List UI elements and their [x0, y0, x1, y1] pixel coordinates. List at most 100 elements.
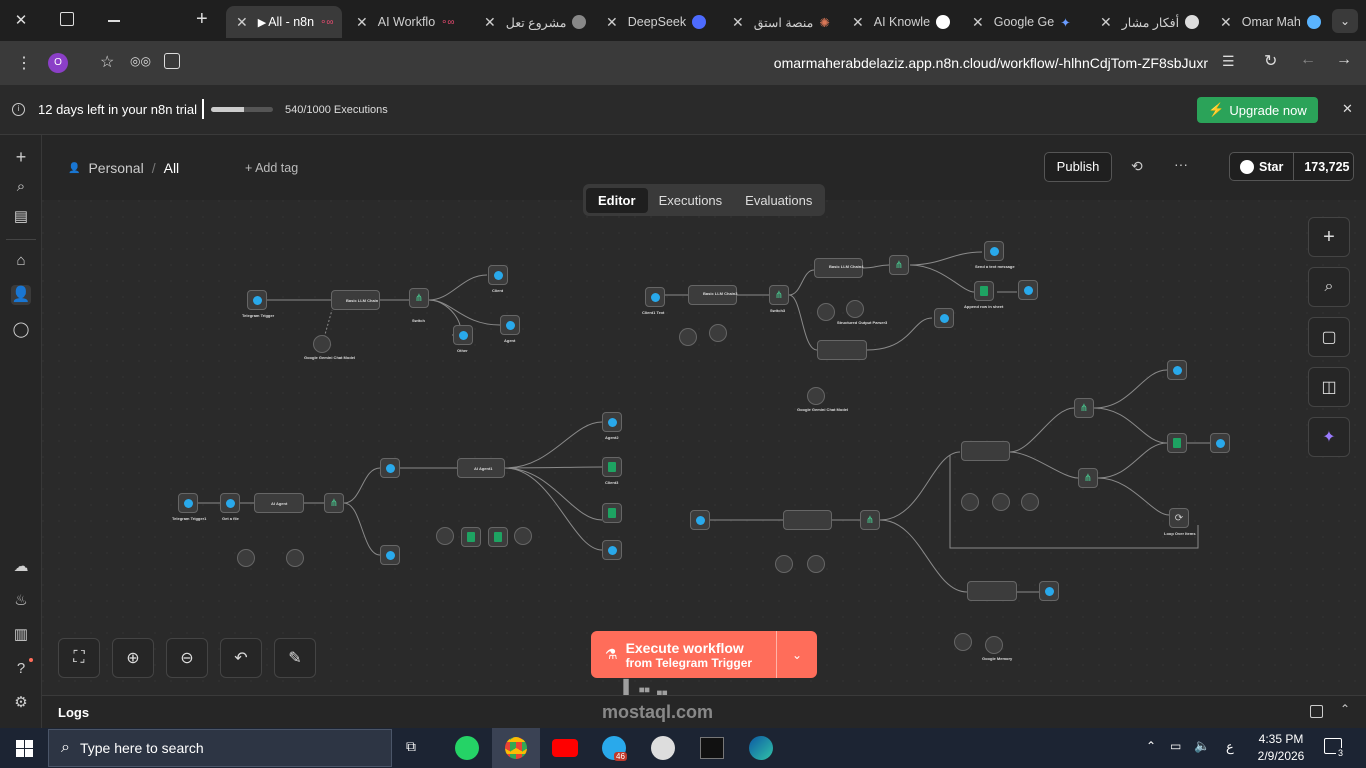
tab-list-button[interactable]: ⌄	[1332, 9, 1358, 33]
client-text-node[interactable]	[645, 287, 665, 307]
structured-parser-node[interactable]	[709, 324, 727, 342]
switch-node[interactable]: ⋔	[409, 288, 429, 308]
home-icon[interactable]: ⌂	[11, 251, 31, 271]
tab-n8n-all[interactable]: ✕ ▶ All - n8n ∘∞	[226, 6, 342, 38]
gemini-model-node[interactable]	[679, 328, 697, 346]
close-tab-icon[interactable]: ✕	[732, 14, 744, 31]
minimize-icon[interactable]	[108, 20, 120, 22]
close-banner-icon[interactable]: ✕	[1342, 101, 1353, 117]
agent2-node[interactable]	[602, 412, 622, 432]
execute-dropdown-button[interactable]: ⌄	[776, 631, 817, 678]
gemini-model-node[interactable]	[807, 387, 825, 405]
close-tab-icon[interactable]: ✕	[1220, 14, 1232, 31]
forward-icon[interactable]: →	[1336, 51, 1352, 69]
gemini-model-node[interactable]	[313, 335, 331, 353]
logs-label[interactable]: Logs	[58, 705, 89, 720]
add-node-button[interactable]: +	[1308, 217, 1350, 257]
structured-parser-node[interactable]	[807, 555, 825, 573]
publish-button[interactable]: Publish	[1044, 152, 1112, 182]
switch-node-6[interactable]: ⋔	[1078, 468, 1098, 488]
tab-platform[interactable]: ✕ منصة استق ✺	[722, 6, 846, 38]
google-memory-node[interactable]	[985, 636, 1003, 654]
append-row-node[interactable]	[974, 281, 994, 301]
gemini-model-node[interactable]	[954, 633, 972, 651]
structured-parser3-node[interactable]	[846, 300, 864, 318]
client3-node[interactable]	[602, 457, 622, 477]
chrome-icon[interactable]	[492, 728, 540, 768]
memory-node[interactable]	[992, 493, 1010, 511]
send-text-message-node[interactable]	[984, 241, 1004, 261]
ai-agent1-node[interactable]: AI Agent1	[457, 458, 505, 478]
windows-start-icon[interactable]	[16, 740, 33, 757]
cloud-icon[interactable]: ☁	[11, 557, 31, 577]
github-desktop-icon[interactable]	[651, 736, 675, 760]
search-nodes-button[interactable]: ⌕	[1308, 267, 1350, 307]
incognito-icon[interactable]: ◎◎	[130, 54, 151, 68]
language-indicator[interactable]: ع	[1226, 739, 1234, 755]
chevron-up-icon[interactable]: ⌃	[1146, 739, 1156, 753]
sheet-tool-node[interactable]	[488, 527, 508, 547]
gemini-model-node[interactable]	[775, 555, 793, 573]
send-text-message-node[interactable]	[1039, 581, 1059, 601]
tab-deepseek[interactable]: ✕ DeepSeek	[596, 6, 718, 38]
close-tab-icon[interactable]: ✕	[484, 14, 496, 31]
sticky-note-button[interactable]: ▢	[1308, 317, 1350, 357]
collapse-icon[interactable]: ⌃	[1340, 702, 1350, 716]
menu-dots-icon[interactable]: ⋮	[16, 53, 32, 73]
switch-node-3[interactable]: ⋔	[324, 493, 344, 513]
send-text-message-node[interactable]	[1167, 360, 1187, 380]
lightbulb-icon[interactable]: ♨	[11, 591, 31, 611]
youtube-icon[interactable]	[552, 739, 578, 757]
close-tab-icon[interactable]: ✕	[356, 14, 368, 31]
settings-icon[interactable]: ⚙	[11, 693, 31, 713]
structured-parser-node[interactable]	[1021, 493, 1039, 511]
close-tab-icon[interactable]: ✕	[236, 14, 248, 31]
terminal-icon[interactable]	[700, 737, 724, 759]
ai-assistant-button[interactable]: ✦	[1308, 417, 1350, 457]
get-file-node[interactable]	[220, 493, 240, 513]
ai-agent-node[interactable]: AI Agent	[254, 493, 304, 513]
breadcrumb-all[interactable]: All	[164, 160, 180, 176]
insights-icon[interactable]: ▥	[11, 625, 31, 645]
more-options-icon[interactable]: ···	[1174, 156, 1188, 172]
send-text-message-node[interactable]	[380, 458, 400, 478]
agent-node[interactable]	[500, 315, 520, 335]
tab-evaluations[interactable]: Evaluations	[733, 188, 824, 213]
structured-parser-node[interactable]	[286, 549, 304, 567]
close-tab-icon[interactable]: ✕	[852, 14, 864, 31]
clock-time[interactable]: 4:35 PM	[1256, 732, 1306, 746]
add-tag-button[interactable]: + Add tag	[245, 161, 298, 175]
gemini-model-node[interactable]	[817, 303, 835, 321]
agent-sheet-node[interactable]	[602, 503, 622, 523]
telegram-trigger1-node[interactable]	[178, 493, 198, 513]
openrouter-model-node[interactable]	[436, 527, 454, 545]
send-text-message-node[interactable]	[380, 545, 400, 565]
switch-node-5[interactable]: ⋔	[1074, 398, 1094, 418]
tab-ideas[interactable]: ✕ أفكار مشار	[1090, 6, 1200, 38]
close-tab-icon[interactable]: ✕	[972, 14, 984, 31]
tab-editor[interactable]: Editor	[586, 187, 648, 213]
zoom-in-button[interactable]: ⊕	[112, 638, 154, 678]
toggle-panel-button[interactable]: ◫	[1308, 367, 1350, 407]
volume-icon[interactable]: 🔈	[1194, 738, 1210, 754]
logs-panel[interactable]: Logs mostaql.com ⌃	[42, 695, 1366, 728]
switch-node-4[interactable]: ⋔	[860, 510, 880, 530]
client-agent-node[interactable]	[961, 441, 1010, 461]
clock-date[interactable]: 2/9/2026	[1254, 749, 1308, 763]
restore-icon[interactable]	[60, 12, 74, 26]
basic-llm-chain4-node[interactable]: Basic LLM Chain4	[814, 258, 863, 278]
upgrade-button[interactable]: ⚡ Upgrade now	[1197, 97, 1318, 123]
user-icon[interactable]: 👤	[11, 285, 31, 305]
tab-omar[interactable]: ✕ Omar Mah	[1210, 6, 1322, 38]
sheet-tool-node[interactable]	[461, 527, 481, 547]
close-tab-icon[interactable]: ✕	[1100, 14, 1112, 31]
switch3-node[interactable]: ⋔	[769, 285, 789, 305]
panel-icon[interactable]: ▤	[11, 207, 31, 227]
chat-icon[interactable]: ◯	[11, 320, 31, 340]
send-text-message3-node[interactable]	[934, 308, 954, 328]
close-tab-icon[interactable]: ✕	[606, 14, 618, 31]
task-view-icon[interactable]: ⧉	[406, 738, 416, 755]
append-row-node[interactable]	[1167, 433, 1187, 453]
basic-llm-chain-node[interactable]: Basic LLM Chain	[331, 290, 380, 310]
other-node[interactable]	[453, 325, 473, 345]
